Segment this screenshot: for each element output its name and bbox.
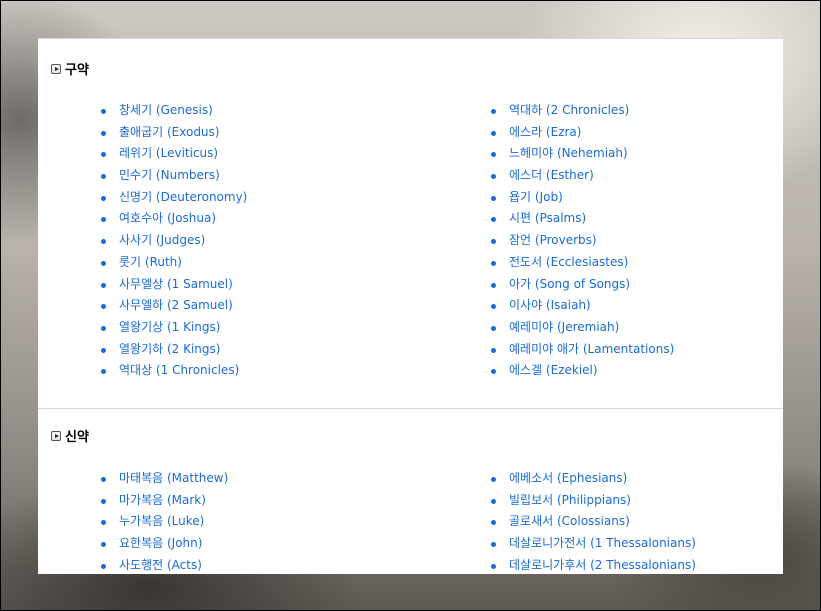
- book-link[interactable]: 잠언 (Proverbs): [490, 230, 674, 252]
- book-link[interactable]: 룻기 (Ruth): [100, 252, 247, 274]
- book-link[interactable]: 레위기 (Leviticus): [100, 143, 247, 165]
- expand-arrow-icon[interactable]: [51, 63, 61, 74]
- book-link[interactable]: 아가 (Song of Songs): [490, 274, 674, 296]
- book-link[interactable]: 욥기 (Job): [490, 187, 674, 209]
- new-testament-section: 신약 마태복음 (Matthew) 마가복음 (Mark) 누가복음 (Luke) 요…: [38, 408, 783, 572]
- book-link[interactable]: 에스겔 (Ezekiel): [490, 360, 674, 382]
- book-link[interactable]: 마태복음 (Matthew): [100, 468, 228, 490]
- book-link[interactable]: 에베소서 (Ephesians): [490, 468, 696, 490]
- book-link[interactable]: 열왕기하 (2 Kings): [100, 339, 247, 361]
- new-testament-list-right: 에베소서 (Ephesians) 빌립보서 (Philippians) 골로새서 (…: [490, 468, 696, 574]
- book-link[interactable]: 사도행전 (Acts): [100, 555, 228, 574]
- section-title: 구약: [65, 63, 89, 78]
- book-link[interactable]: 데살로니가전서 (1 Thessalonians): [490, 533, 696, 555]
- book-link[interactable]: 예레미야 (Jeremiah): [490, 317, 674, 339]
- book-link[interactable]: 예레미야 애가 (Lamentations): [490, 339, 674, 361]
- book-link[interactable]: 열왕기상 (1 Kings): [100, 317, 247, 339]
- book-link[interactable]: 역대상 (1 Chronicles): [100, 360, 247, 382]
- book-link[interactable]: 에스라 (Ezra): [490, 122, 674, 144]
- book-link[interactable]: 이사야 (Isaiah): [490, 295, 674, 317]
- book-link[interactable]: 느헤미야 (Nehemiah): [490, 143, 674, 165]
- book-link[interactable]: 사무엘상 (1 Samuel): [100, 274, 247, 296]
- book-link[interactable]: 데살로니가후서 (2 Thessalonians): [490, 555, 696, 574]
- book-link[interactable]: 출애굽기 (Exodus): [100, 122, 247, 144]
- book-link[interactable]: 골로새서 (Colossians): [490, 511, 696, 533]
- old-testament-header[interactable]: 구약: [51, 59, 89, 78]
- book-link[interactable]: 전도서 (Ecclesiastes): [490, 252, 674, 274]
- book-link[interactable]: 사사기 (Judges): [100, 230, 247, 252]
- new-testament-list-left: 마태복음 (Matthew) 마가복음 (Mark) 누가복음 (Luke) 요한복음…: [100, 468, 228, 574]
- book-link[interactable]: 역대하 (2 Chronicles): [490, 100, 674, 122]
- book-link[interactable]: 사무엘하 (2 Samuel): [100, 295, 247, 317]
- book-link[interactable]: 에스더 (Esther): [490, 165, 674, 187]
- book-link[interactable]: 민수기 (Numbers): [100, 165, 247, 187]
- book-link[interactable]: 빌립보서 (Philippians): [490, 490, 696, 512]
- new-testament-header[interactable]: 신약: [51, 426, 89, 445]
- book-link[interactable]: 창세기 (Genesis): [100, 100, 247, 122]
- book-link[interactable]: 여호수아 (Joshua): [100, 208, 247, 230]
- book-link[interactable]: 신명기 (Deuteronomy): [100, 187, 247, 209]
- bible-books-panel: 구약 창세기 (Genesis) 출애굽기 (Exodus) 레위기 (Leviti…: [38, 38, 783, 574]
- book-link[interactable]: 누가복음 (Luke): [100, 511, 228, 533]
- book-link[interactable]: 마가복음 (Mark): [100, 490, 228, 512]
- book-link[interactable]: 시편 (Psalms): [490, 208, 674, 230]
- book-link[interactable]: 요한복음 (John): [100, 533, 228, 555]
- old-testament-list-left: 창세기 (Genesis) 출애굽기 (Exodus) 레위기 (Leviticus…: [100, 100, 247, 382]
- section-title: 신약: [65, 430, 89, 445]
- expand-arrow-icon[interactable]: [51, 430, 61, 441]
- old-testament-list-right: 역대하 (2 Chronicles) 에스라 (Ezra) 느헤미야 (Nehemi…: [490, 100, 674, 382]
